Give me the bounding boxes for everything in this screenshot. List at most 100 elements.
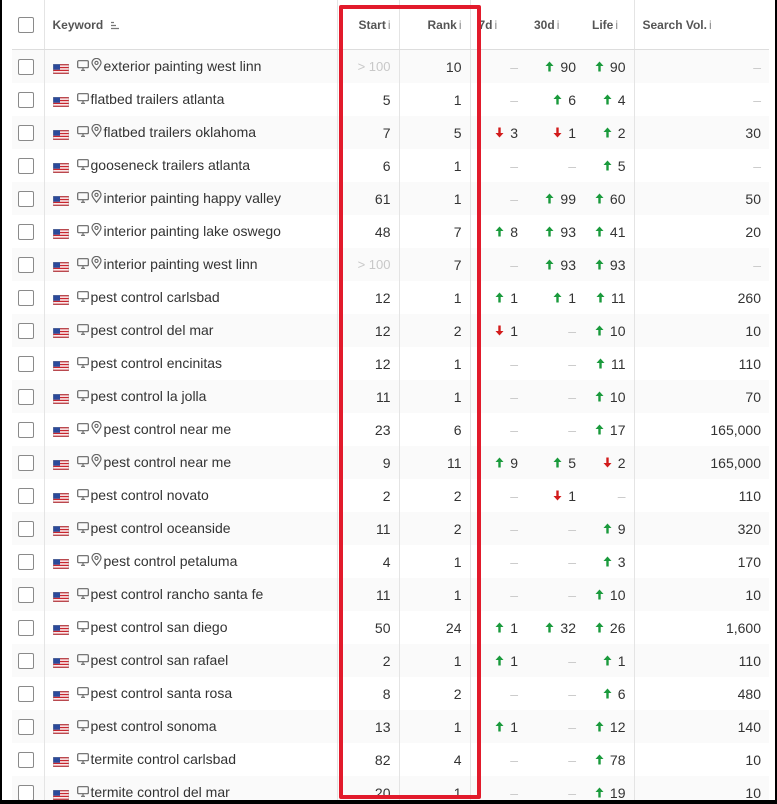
keyword-text[interactable]: pest control santa rosa bbox=[91, 685, 233, 701]
keyword-text[interactable]: pest control la jolla bbox=[91, 388, 207, 404]
row-checkbox[interactable] bbox=[18, 290, 34, 307]
row-checkbox[interactable] bbox=[18, 323, 34, 340]
table-row[interactable]: pest control near me 23 6 – – 17 165,000 bbox=[12, 413, 769, 446]
table-row[interactable]: gooseneck trailers atlanta 6 1 – – 5 – bbox=[12, 149, 769, 182]
table-row[interactable]: pest control san diego 50 24 1 32 26 1,600 bbox=[12, 611, 769, 644]
life-info-icon[interactable]: i bbox=[615, 18, 618, 32]
keyword-text[interactable]: pest control rancho santa fe bbox=[91, 586, 264, 602]
us-flag-icon bbox=[52, 94, 69, 108]
table-row[interactable]: pest control santa rosa 8 2 – – 6 480 bbox=[12, 677, 769, 710]
row-checkbox[interactable] bbox=[18, 92, 34, 109]
life-cell: 11 bbox=[584, 347, 634, 380]
keyword-text[interactable]: pest control near me bbox=[104, 421, 232, 437]
keyword-text[interactable]: pest control near me bbox=[104, 454, 232, 470]
keyword-text[interactable]: gooseneck trailers atlanta bbox=[91, 157, 251, 173]
rank-value: 1 bbox=[453, 553, 462, 570]
table-row[interactable]: termite control del mar 20 1 – – 19 10 bbox=[12, 776, 769, 800]
keyword-text[interactable]: pest control oceanside bbox=[91, 520, 231, 536]
row-checkbox[interactable] bbox=[18, 257, 34, 274]
30d-cell: – bbox=[526, 512, 584, 545]
table-row[interactable]: pest control novato 2 2 – 1 – 110 bbox=[12, 479, 769, 512]
row-checkbox[interactable] bbox=[18, 125, 34, 142]
row-checkbox[interactable] bbox=[18, 785, 34, 800]
keyword-text[interactable]: interior painting happy valley bbox=[104, 190, 281, 206]
30d-column-header[interactable]: 30d i bbox=[526, 0, 584, 50]
start-cell: 11 bbox=[336, 578, 399, 611]
7d-value: – bbox=[510, 355, 518, 372]
row-checkbox[interactable] bbox=[18, 521, 34, 538]
search-volume-column-header[interactable]: Search Vol. i bbox=[633, 0, 769, 50]
keyword-text[interactable]: interior painting lake oswego bbox=[104, 223, 281, 239]
keyword-text[interactable]: pest control san rafael bbox=[91, 652, 229, 668]
row-checkbox[interactable] bbox=[18, 719, 34, 736]
row-checkbox[interactable] bbox=[18, 653, 34, 670]
keyword-text[interactable]: termite control carlsbad bbox=[91, 751, 237, 767]
start-info-icon[interactable]: i bbox=[388, 18, 391, 32]
keyword-column-header[interactable]: Keyword bbox=[43, 0, 337, 50]
keyword-text[interactable]: pest control sonoma bbox=[91, 718, 217, 734]
row-checkbox[interactable] bbox=[18, 191, 34, 208]
30d-info-icon[interactable]: i bbox=[557, 18, 560, 32]
table-row[interactable]: pest control oceanside 11 2 – – 9 320 bbox=[12, 512, 769, 545]
row-checkbox[interactable] bbox=[18, 620, 34, 637]
start-value: 9 bbox=[382, 454, 391, 471]
life-column-header[interactable]: Life i bbox=[584, 0, 634, 50]
arrow-up-icon bbox=[595, 225, 604, 240]
life-cell: 12 bbox=[584, 710, 634, 743]
keyword-text[interactable]: exterior painting west linn bbox=[104, 58, 262, 74]
table-row[interactable]: flatbed trailers atlanta 5 1 – 6 4 – bbox=[12, 83, 769, 116]
row-checkbox[interactable] bbox=[18, 752, 34, 769]
keyword-text[interactable]: interior painting west linn bbox=[104, 256, 258, 272]
keyword-text[interactable]: pest control petaluma bbox=[104, 553, 238, 569]
table-row[interactable]: pest control sonoma 13 1 1 – 12 140 bbox=[12, 710, 769, 743]
table-row[interactable]: exterior painting west linn > 100 10 – 90 90 – bbox=[12, 49, 769, 83]
select-all-checkbox[interactable] bbox=[18, 16, 34, 33]
7d-value: – bbox=[510, 553, 518, 570]
sort-icon[interactable] bbox=[110, 21, 119, 30]
7d-info-icon[interactable]: i bbox=[495, 18, 498, 32]
row-checkbox[interactable] bbox=[18, 224, 34, 241]
table-row[interactable]: pest control la jolla 11 1– –10 70 bbox=[12, 380, 769, 413]
search-volume-info-icon[interactable]: i bbox=[709, 18, 712, 32]
keyword-text[interactable]: termite control del mar bbox=[91, 784, 230, 800]
row-checkbox[interactable] bbox=[18, 554, 34, 571]
table-row[interactable]: flatbed trailers oklahoma 7 5 3 1 2 30 bbox=[12, 116, 769, 149]
keyword-text[interactable]: pest control san diego bbox=[91, 619, 228, 635]
keyword-text[interactable]: pest control del mar bbox=[91, 322, 214, 338]
table-row[interactable]: pest control carlsbad 12 1 1 1 11 260 bbox=[12, 281, 769, 314]
30d-cell: 1 bbox=[526, 479, 584, 512]
row-checkbox[interactable] bbox=[18, 686, 34, 703]
rank-info-icon[interactable]: i bbox=[459, 18, 462, 32]
table-row[interactable]: pest control petaluma 4 1 – – 3 170 bbox=[12, 545, 769, 578]
table-row[interactable]: pest control rancho santa fe 11 1– –10 10 bbox=[12, 578, 769, 611]
keyword-text[interactable]: flatbed trailers atlanta bbox=[91, 91, 225, 107]
rank-column-header[interactable]: Rank i bbox=[398, 0, 470, 50]
search-volume-cell: 260 bbox=[633, 281, 769, 314]
keyword-text[interactable]: pest control encinitas bbox=[91, 355, 223, 371]
keyword-text[interactable]: pest control carlsbad bbox=[91, 289, 220, 305]
table-row[interactable]: interior painting west linn > 100 7 – 93 93 – bbox=[12, 248, 769, 281]
table-row[interactable]: termite control carlsbad 82 4 – – 78 10 bbox=[12, 743, 769, 776]
search-volume-cell: 20 bbox=[633, 215, 769, 248]
row-checkbox[interactable] bbox=[18, 422, 34, 439]
table-row[interactable]: interior painting happy valley 61 1 – 99 60 50 bbox=[12, 182, 769, 215]
7d-column-header[interactable]: 7d i bbox=[469, 0, 526, 50]
row-checkbox[interactable] bbox=[18, 59, 34, 76]
table-row[interactable]: pest control del mar 12 2 1 – 10 10 bbox=[12, 314, 769, 347]
table-row[interactable]: pest control encinitas 12 1 – – 11 110 bbox=[12, 347, 769, 380]
table-row[interactable]: interior painting lake oswego 48 7 8 93 41 20 bbox=[12, 215, 769, 248]
row-checkbox[interactable] bbox=[18, 455, 34, 472]
row-checkbox[interactable] bbox=[18, 587, 34, 604]
row-checkbox[interactable] bbox=[18, 389, 34, 406]
row-checkbox[interactable] bbox=[18, 158, 34, 175]
row-select-cell bbox=[12, 479, 44, 512]
30d-cell: 99 bbox=[526, 182, 584, 215]
keyword-text[interactable]: pest control novato bbox=[91, 487, 209, 503]
table-row[interactable]: pest control san rafael 2 1 1 – 1 110 bbox=[12, 644, 769, 677]
arrow-down-icon bbox=[553, 126, 562, 141]
row-checkbox[interactable] bbox=[18, 488, 34, 505]
table-row[interactable]: pest control near me 9 11 9 5 2 165,000 bbox=[12, 446, 769, 479]
row-checkbox[interactable] bbox=[18, 356, 34, 373]
keyword-text[interactable]: flatbed trailers oklahoma bbox=[104, 124, 257, 140]
start-column-header[interactable]: Start i bbox=[336, 0, 399, 50]
